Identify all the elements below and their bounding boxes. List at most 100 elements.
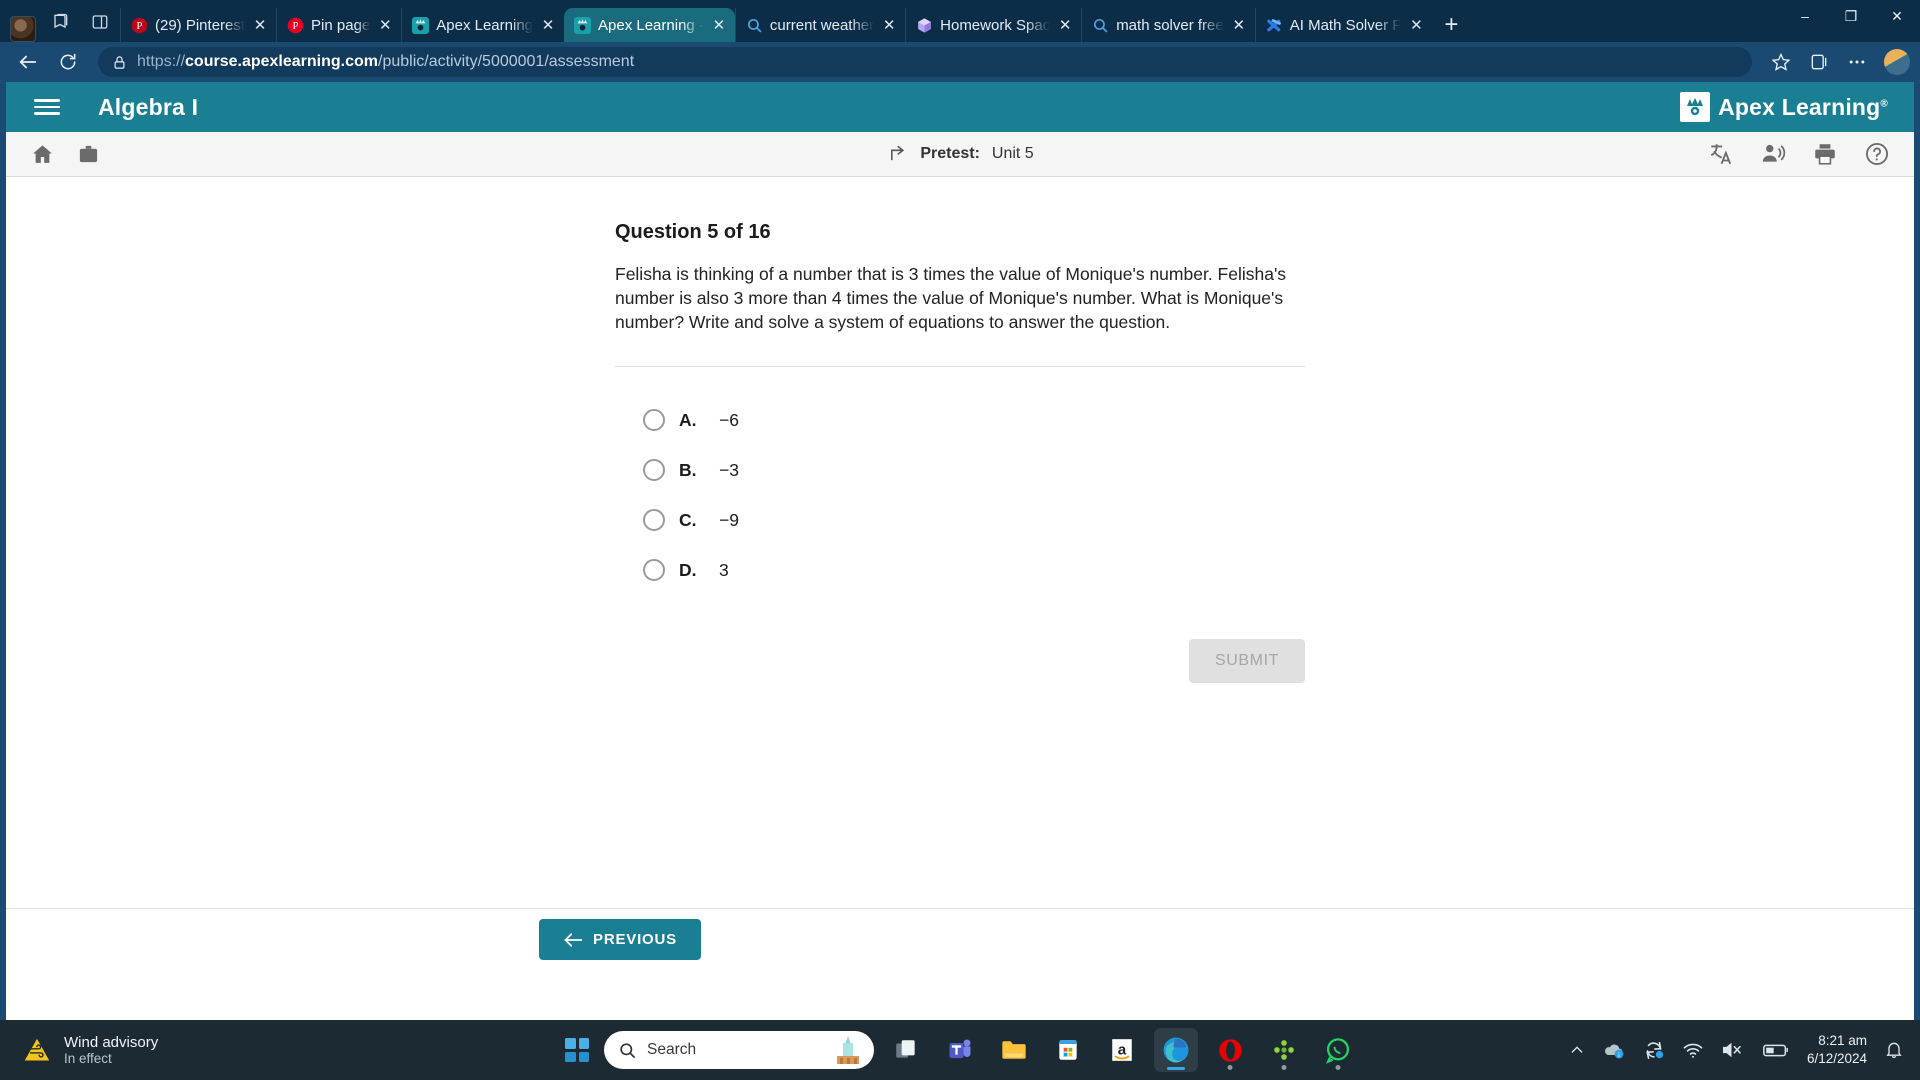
browser-tab-active[interactable]: Apex Learning - ✕	[564, 8, 735, 42]
url-domain: course.apexlearning.com	[185, 53, 378, 70]
choice-letter: C.	[679, 509, 697, 530]
question-container: Question 5 of 16 Felisha is thinking of …	[615, 177, 1305, 683]
show-hidden-icons-icon[interactable]	[1569, 1042, 1585, 1058]
running-indicator	[1227, 1065, 1233, 1070]
browser-tab[interactable]: Homework Spac ✕	[905, 8, 1081, 42]
collections-icon[interactable]	[40, 2, 80, 42]
ellipsis-icon[interactable]	[1840, 46, 1874, 78]
radio-button-c[interactable]	[643, 509, 665, 531]
svg-text:a: a	[1118, 1041, 1127, 1058]
search-icon	[747, 18, 762, 32]
choice-value: −6	[719, 409, 739, 430]
taskbar-clock[interactable]: 8:21 am 6/12/2024	[1807, 1032, 1867, 1067]
tab-close-icon[interactable]: ✕	[252, 16, 268, 34]
translate-icon[interactable]	[1708, 141, 1734, 167]
ai-math-icon	[1266, 18, 1281, 31]
assessment-content: Question 5 of 16 Felisha is thinking of …	[6, 177, 1914, 970]
read-aloud-icon[interactable]	[1760, 141, 1786, 167]
file-explorer-icon[interactable]	[992, 1028, 1036, 1072]
amazon-icon[interactable]: a	[1100, 1028, 1144, 1072]
tab-title: math solver free	[1116, 16, 1224, 34]
home-icon[interactable]	[30, 142, 55, 167]
apex-logo-text: Apex Learning®	[1718, 93, 1888, 120]
volume-muted-icon[interactable]	[1721, 1040, 1745, 1060]
reload-icon[interactable]	[50, 46, 86, 78]
answer-choice-b[interactable]: B. −3	[643, 445, 1305, 495]
whatsapp-icon[interactable]	[1316, 1028, 1360, 1072]
microsoft-teams-icon[interactable]	[938, 1028, 982, 1072]
browser-tab[interactable]: P Pin page ✕	[276, 8, 401, 42]
opera-icon[interactable]	[1208, 1028, 1252, 1072]
briefcase-icon[interactable]	[77, 143, 100, 166]
submit-button[interactable]: SUBMIT	[1188, 639, 1305, 683]
tab-close-icon[interactable]: ✕	[540, 16, 556, 34]
tab-close-icon[interactable]: ✕	[1057, 16, 1073, 34]
svg-text:P: P	[293, 21, 299, 32]
battery-icon[interactable]	[1762, 1041, 1790, 1059]
tab-close-icon[interactable]: ✕	[1408, 16, 1424, 34]
taskbar-search-input[interactable]: Search	[604, 1031, 874, 1069]
star-icon[interactable]	[1764, 46, 1798, 78]
notification-bell-icon[interactable]	[1884, 1040, 1904, 1060]
close-button[interactable]: ✕	[1874, 0, 1920, 32]
minimize-button[interactable]: ‒	[1782, 0, 1828, 32]
apex-icon	[574, 16, 592, 34]
game-icon[interactable]	[1262, 1028, 1306, 1072]
exit-activity-icon[interactable]	[886, 143, 908, 165]
clock-time: 8:21 am	[1818, 1033, 1867, 1049]
url-path: /public/activity/5000001/assessment	[378, 53, 635, 70]
new-tab-button[interactable]: +	[1432, 8, 1470, 42]
back-arrow-icon[interactable]	[10, 46, 46, 78]
app-header: Algebra I Apex Learning®	[6, 82, 1914, 132]
wifi-icon[interactable]	[1682, 1041, 1704, 1059]
address-bar[interactable]: https://course.apexlearning.com/public/a…	[98, 47, 1752, 77]
search-placeholder: Search	[647, 1041, 697, 1058]
windows-start-icon[interactable]	[560, 1033, 594, 1067]
navigation-footer: PREVIOUS	[6, 908, 1914, 970]
system-tray: i 8:21 am 6/12/2024	[1569, 1032, 1920, 1067]
radio-button-a[interactable]	[643, 409, 665, 431]
microsoft-store-icon[interactable]	[1046, 1028, 1090, 1072]
task-view-icon[interactable]	[884, 1028, 928, 1072]
previous-button-label: PREVIOUS	[593, 931, 677, 948]
hamburger-menu-icon[interactable]	[34, 99, 60, 115]
window-controls: ‒ ❐ ✕	[1782, 0, 1920, 42]
previous-button[interactable]: PREVIOUS	[539, 919, 701, 960]
answer-choice-a[interactable]: A. −6	[643, 395, 1305, 445]
page-title: Algebra I	[98, 93, 199, 120]
browser-tab[interactable]: math solver free ✕	[1081, 8, 1255, 42]
running-indicator	[1167, 1066, 1185, 1070]
browser-tab[interactable]: current weather ✕	[734, 8, 905, 42]
trademark-symbol: ®	[1880, 97, 1888, 109]
answer-choice-d[interactable]: D. 3	[643, 545, 1305, 595]
browser-tab[interactable]: Apex Learning ✕	[401, 8, 564, 42]
profile-avatar[interactable]	[1884, 49, 1910, 75]
windows-update-icon[interactable]	[1643, 1039, 1665, 1061]
tab-close-icon[interactable]: ✕	[711, 16, 727, 34]
microsoft-edge-icon[interactable]	[1154, 1028, 1198, 1072]
answer-choice-c[interactable]: C. −9	[643, 495, 1305, 545]
collections-icon[interactable]	[1802, 46, 1836, 78]
weather-title: Wind advisory	[64, 1033, 159, 1051]
browser-profile-avatar[interactable]	[10, 16, 36, 42]
weather-widget[interactable]: Wind advisory In effect	[0, 1034, 158, 1067]
tab-title: AI Math Solver F	[1289, 16, 1402, 34]
browser-tab[interactable]: AI Math Solver F ✕	[1254, 8, 1433, 42]
tab-close-icon[interactable]: ✕	[881, 16, 897, 34]
weather-subtitle: In effect	[64, 1050, 112, 1066]
help-icon[interactable]	[1864, 141, 1890, 167]
radio-button-d[interactable]	[643, 559, 665, 581]
split-screen-icon[interactable]	[80, 2, 120, 42]
clock-date: 6/12/2024	[1806, 1051, 1867, 1066]
tab-close-icon[interactable]: ✕	[377, 16, 393, 34]
weather-text: Wind advisory In effect	[64, 1034, 158, 1067]
print-icon[interactable]	[1812, 141, 1838, 167]
activity-type-label: Pretest:	[920, 145, 980, 162]
choice-letter: B.	[679, 459, 697, 480]
maximize-button[interactable]: ❐	[1828, 0, 1874, 32]
tab-close-icon[interactable]: ✕	[1231, 16, 1247, 34]
radio-button-b[interactable]	[643, 459, 665, 481]
tab-title: Apex Learning -	[598, 16, 704, 34]
browser-tab[interactable]: P (29) Pinterest ✕	[120, 8, 276, 42]
onedrive-icon[interactable]: i	[1602, 1040, 1626, 1060]
